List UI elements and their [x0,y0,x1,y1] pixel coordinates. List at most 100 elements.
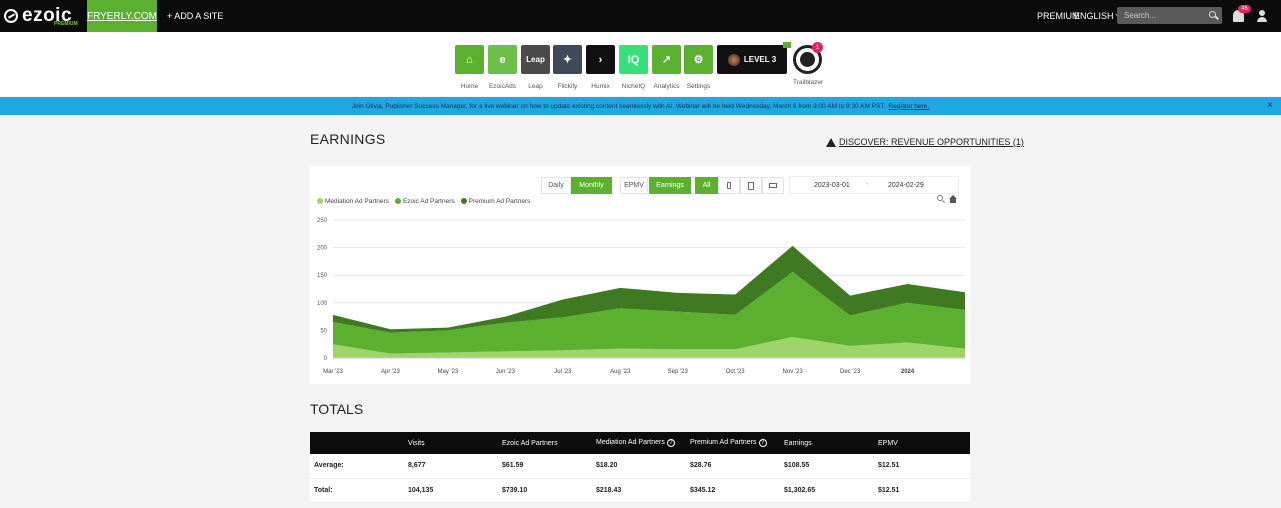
table-cell: $18.20 [592,454,686,479]
earnings-chart-card: Daily Monthly EPMV Earnings All 2023-03-… [310,166,970,384]
table-row: Total: 104,135 $739.10 $218.43 $345.12 $… [310,478,970,503]
ezoicads-icon: e [488,45,517,74]
table-cell: $345.12 [686,478,780,503]
logo-sub: PREMIUM [54,21,78,27]
trailblazer-count: 1 [812,42,823,53]
warning-icon [826,137,836,147]
table-cell: $12.51 [874,454,970,479]
language-selector[interactable]: ENGLISH ▾ [1074,0,1121,32]
site-tab[interactable]: FRYERLY.COM [87,0,157,32]
app-ezoicads[interactable]: e EzoicAds [488,45,517,90]
search-icon[interactable] [1209,11,1216,18]
table-cell: $218.43 [592,478,686,503]
y-tick-label: 150 [317,273,328,279]
table-cell: 104,135 [404,478,498,503]
table-cell: $108.55 [780,454,874,479]
x-tick-label: Mar '23 [323,369,343,375]
col-header-earnings: Earnings [780,432,874,454]
x-tick-label: Jun '23 [496,369,516,375]
humix-icon: › [586,45,615,74]
col-header-epmv: EPMV [874,432,970,454]
y-tick-label: 250 [317,218,328,224]
app-label: Home [460,83,479,90]
app-label: EzoicAds [488,83,517,90]
totals-table: Visits Ezoic Ad Partners Mediation Ad Pa… [310,432,970,503]
y-tick-label: 50 [320,328,327,334]
trailblazer-label: Trailblazer [793,79,824,86]
col-header [310,432,404,454]
app-bar: LEVEL 3 1 Trailblazer ⌂ Home e EzoicAds Leap… [0,32,1281,96]
x-tick-label: 2024 [901,369,915,375]
discover-label: DISCOVER: REVENUE OPPORTUNITIES (1) [839,137,1024,147]
table-cell: $28.76 [686,454,780,479]
level-flag-icon [783,42,791,48]
table-cell: $1,302.65 [780,478,874,503]
notification-badge: 46 [1238,5,1251,13]
add-site-button[interactable]: + ADD A SITE [167,0,223,32]
app-label: Settings [686,83,711,90]
banner-text: Join Olivia, Publisher Success Manager, … [351,102,886,110]
app-label: Analytics [653,83,680,90]
y-tick-label: 0 [324,356,328,362]
close-icon[interactable]: × [1267,100,1273,111]
app-label: NicheIQ [621,83,646,90]
col-header-visits: Visits [404,432,498,454]
help-icon[interactable]: ? [758,439,767,447]
app-humix[interactable]: › Humix [586,45,615,90]
table-cell: $739.10 [498,478,592,503]
nicheiq-icon: IQ [619,45,648,74]
x-tick-label: May '23 [437,369,458,375]
ezoic-logo[interactable]: ezoic PREMIUM [4,4,78,28]
level-badge[interactable]: LEVEL 3 [717,42,791,74]
level-label: LEVEL 3 [743,55,777,64]
table-cell: $12.51 [874,478,970,503]
analytics-icon: ↗ [652,45,681,74]
earnings-heading: EARNINGS [310,131,386,147]
y-tick-label: 100 [317,301,328,307]
col-header-premium: Premium Ad Partners? [686,432,780,454]
home-icon: ⌂ [455,45,484,74]
top-bar: ezoic PREMIUM FRYERLY.COM + ADD A SITE P… [0,0,1281,32]
app-analytics[interactable]: ↗ Analytics [652,45,681,90]
app-nicheiq[interactable]: IQ NicheIQ [619,45,648,90]
user-icon[interactable] [1256,10,1268,22]
leap-icon: Leap [521,45,550,74]
x-tick-label: Apr '23 [381,369,400,375]
ezoic-logo-icon [4,9,18,23]
row-label: Total: [310,478,404,503]
row-label: Average: [310,454,404,479]
app-home[interactable]: ⌂ Home [455,45,484,90]
table-row: Average: 8,677 $61.59 $18.20 $28.76 $108… [310,454,970,479]
discover-link[interactable]: DISCOVER: REVENUE OPPORTUNITIES (1) [826,137,1024,147]
area-series-ezoic-ad-partners [333,271,965,354]
register-link[interactable]: Register here. [888,103,929,110]
table-cell: 8,677 [404,454,498,479]
col-header-mediation-label: Mediation Ad Partners [596,439,665,446]
col-header-ezoic: Ezoic Ad Partners [498,432,592,454]
app-settings[interactable]: ⚙ Settings [684,45,713,90]
level-ring-icon [727,53,740,66]
app-leap[interactable]: Leap Leap [521,45,550,90]
x-tick-label: Aug '23 [610,369,631,375]
x-tick-label: Nov '23 [783,369,804,375]
app-label: Flickify [557,83,578,90]
trailblazer-button[interactable]: 1 Trailblazer [793,42,824,86]
settings-icon: ⚙ [684,45,713,74]
search-input[interactable]: Search... [1117,7,1222,24]
search-placeholder: Search... [1124,11,1157,20]
col-header-mediation: Mediation Ad Partners? [592,432,686,454]
flickify-icon: ✦ [553,45,582,74]
app-label: Humix [591,83,610,90]
totals-header-row: Visits Ezoic Ad Partners Mediation Ad Pa… [310,432,970,454]
app-label: Leap [528,83,543,90]
x-tick-label: Oct '23 [726,369,745,375]
col-header-premium-label: Premium Ad Partners [690,439,757,446]
help-icon[interactable]: ? [666,439,675,447]
y-tick-label: 200 [317,246,328,252]
earnings-chart: 0 50 100 150 200 250 Mar '23 Apr '23 May '23 Jun … [317,218,965,375]
x-tick-label: Dec '23 [840,369,861,375]
totals-heading: TOTALS [310,401,364,417]
table-cell: $61.59 [498,454,592,479]
app-flickify[interactable]: ✦ Flickify [553,45,582,90]
x-tick-label: Jul '23 [554,369,572,375]
